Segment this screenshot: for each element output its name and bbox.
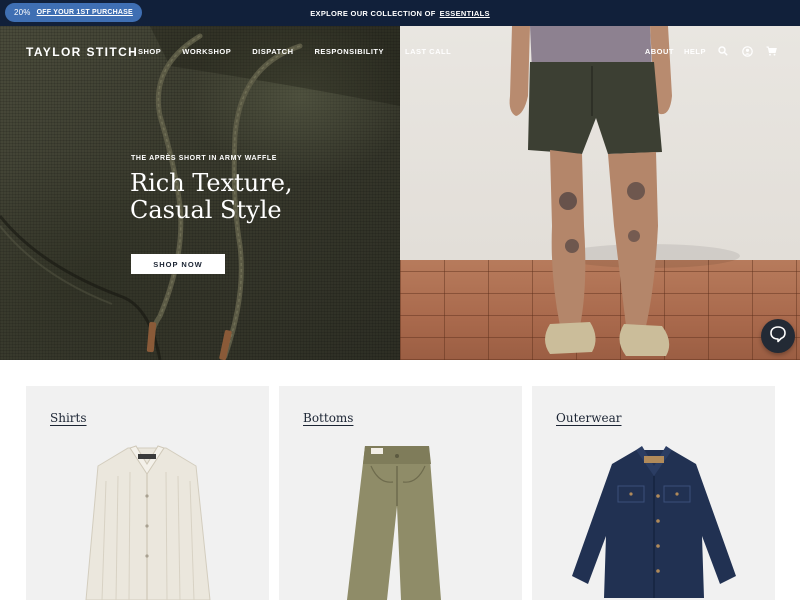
announcement-text: EXPLORE OUR COLLECTION OF xyxy=(310,8,436,18)
site-header: TAYLOR STITCH SHOP WORKSHOP DISPATCH RES… xyxy=(0,26,800,78)
nav-help[interactable]: HELP xyxy=(684,47,706,56)
utility-nav: ABOUT HELP xyxy=(645,44,778,58)
shop-now-button[interactable]: SHOP NOW xyxy=(131,254,225,274)
category-title-shirts[interactable]: Shirts xyxy=(50,411,87,425)
category-title-bottoms[interactable]: Bottoms xyxy=(303,411,353,425)
hero-headline-line-2: Casual Style xyxy=(130,196,282,224)
account-icon[interactable] xyxy=(740,44,754,58)
category-card-outerwear[interactable]: Outerwear xyxy=(532,386,775,600)
category-title-outerwear[interactable]: Outerwear xyxy=(556,411,622,425)
cart-icon[interactable] xyxy=(764,44,778,58)
brand-logo[interactable]: TAYLOR STITCH xyxy=(26,45,138,59)
nav-responsibility[interactable]: RESPONSIBILITY xyxy=(315,47,385,56)
nav-last-call[interactable]: LAST CALL xyxy=(405,47,451,56)
nav-shop[interactable]: SHOP xyxy=(138,47,161,56)
nav-workshop[interactable]: WORKSHOP xyxy=(182,47,231,56)
hero-headline-line-1: Rich Texture, xyxy=(130,169,293,197)
category-card-bottoms[interactable]: Bottoms xyxy=(279,386,522,600)
category-card-shirts[interactable]: Shirts xyxy=(26,386,269,600)
nav-dispatch[interactable]: DISPATCH xyxy=(252,47,293,56)
hero-eyebrow: THE APRÈS SHORT IN ARMY WAFFLE xyxy=(131,155,278,162)
announcement-bar: 20% OFF YOUR 1ST PURCHASE EXPLORE OUR CO… xyxy=(0,0,800,26)
main-nav: SHOP WORKSHOP DISPATCH RESPONSIBILITY LA… xyxy=(138,47,451,56)
hero-headline: Rich Texture, Casual Style xyxy=(130,170,390,224)
search-icon[interactable] xyxy=(716,44,730,58)
chat-button[interactable] xyxy=(761,319,795,353)
announcement-message: EXPLORE OUR COLLECTION OF ESSENTIALS xyxy=(0,0,800,26)
nav-about[interactable]: ABOUT xyxy=(645,47,674,56)
chat-bubble-icon xyxy=(769,325,787,348)
essentials-link[interactable]: ESSENTIALS xyxy=(440,9,490,18)
